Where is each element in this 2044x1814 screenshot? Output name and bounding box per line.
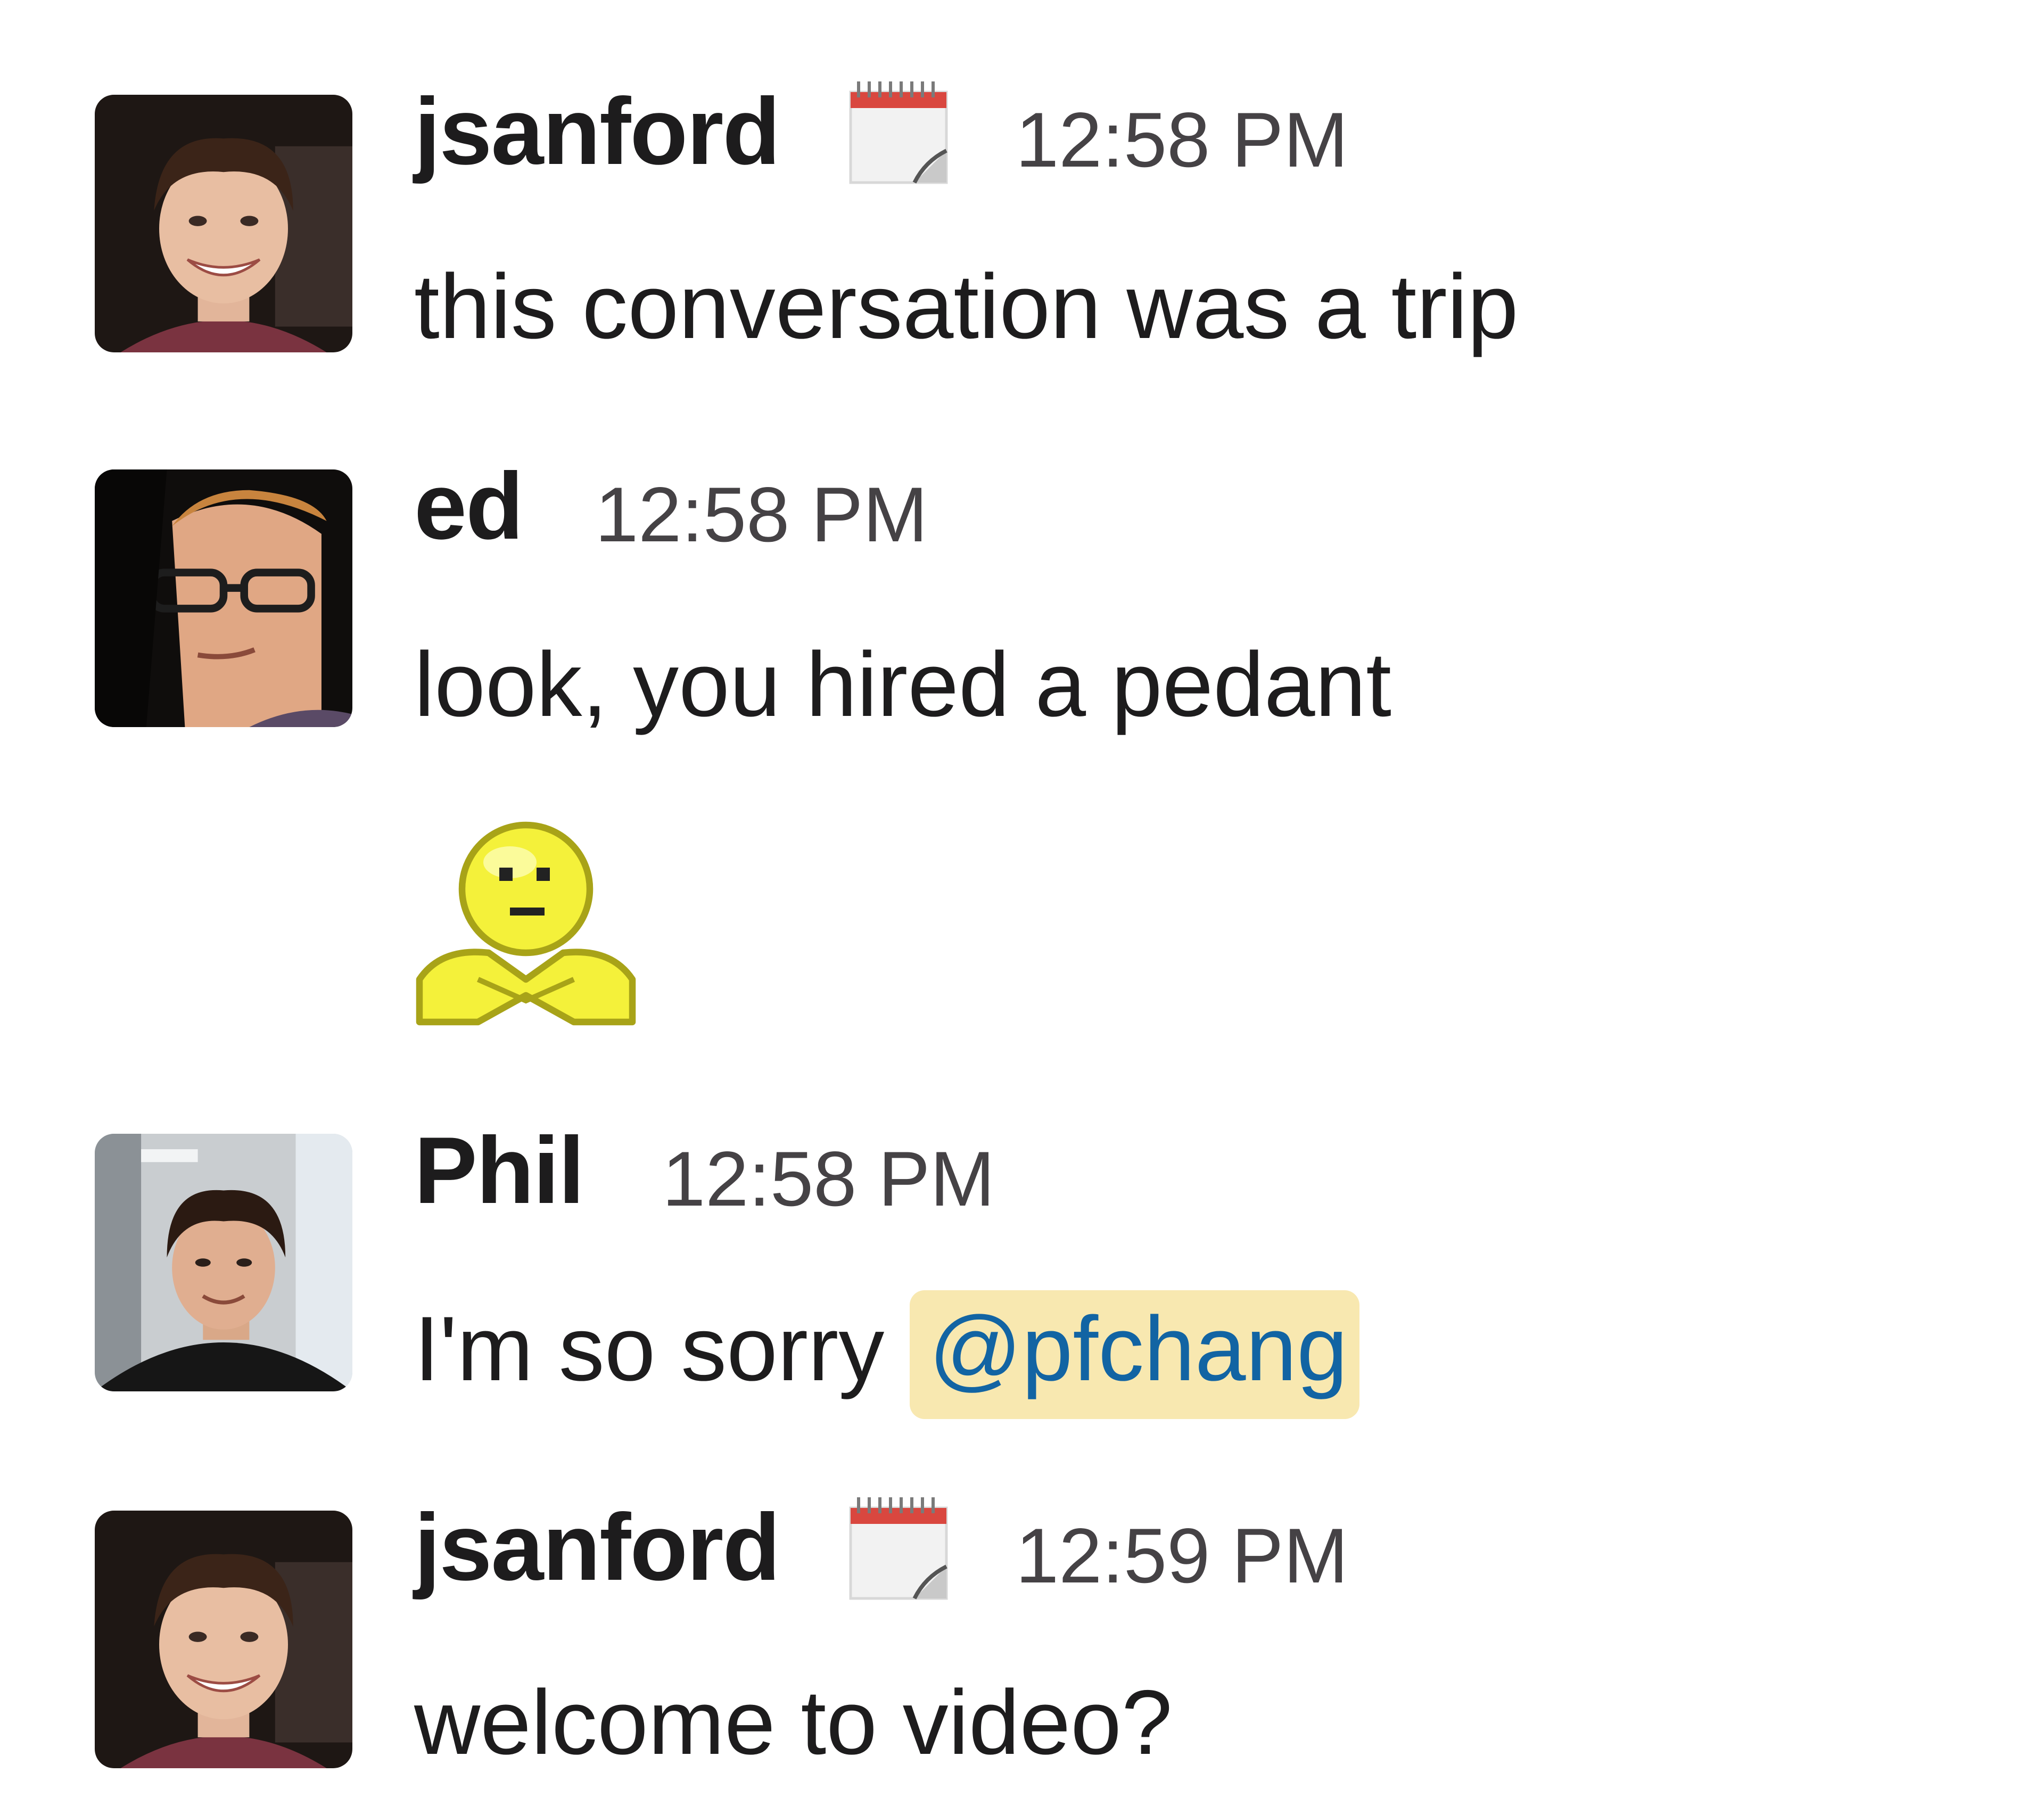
message-text: this conversation was a trip <box>414 255 1519 358</box>
timestamp[interactable]: 12:58 PM <box>662 1140 995 1218</box>
timestamp[interactable]: 12:58 PM <box>1016 101 1348 179</box>
avatar[interactable] <box>95 469 352 727</box>
message-header: jsanford 12:58 PM <box>414 81 2011 201</box>
message-header: ed 12:58 PM <box>414 459 2011 576</box>
user-mention[interactable]: @pfchang <box>910 1290 1359 1419</box>
message-text: I'm so sorry @pfchang <box>414 1290 1359 1419</box>
message-text: look, you hired a pedant <box>414 633 1391 736</box>
username[interactable]: ed <box>414 459 524 554</box>
message-text-prefix: I'm so sorry <box>414 1298 910 1400</box>
spiral-calendar-icon[interactable] <box>845 76 952 188</box>
avatar[interactable] <box>95 1511 352 1768</box>
username[interactable]: Phil <box>414 1123 584 1218</box>
username[interactable]: jsanford <box>414 84 780 179</box>
timestamp[interactable]: 12:59 PM <box>1016 1517 1348 1595</box>
message-text: welcome to video? <box>414 1671 1173 1774</box>
message-header: jsanford 12:59 PM <box>414 1497 2011 1617</box>
arms-crossed-smiley-emoji[interactable] <box>414 814 638 1049</box>
username[interactable]: jsanford <box>414 1500 780 1595</box>
timestamp[interactable]: 12:58 PM <box>595 476 928 554</box>
avatar[interactable] <box>95 95 352 352</box>
message-header: Phil 12:58 PM <box>414 1123 2011 1240</box>
avatar[interactable] <box>95 1134 352 1391</box>
spiral-calendar-icon[interactable] <box>845 1491 952 1604</box>
